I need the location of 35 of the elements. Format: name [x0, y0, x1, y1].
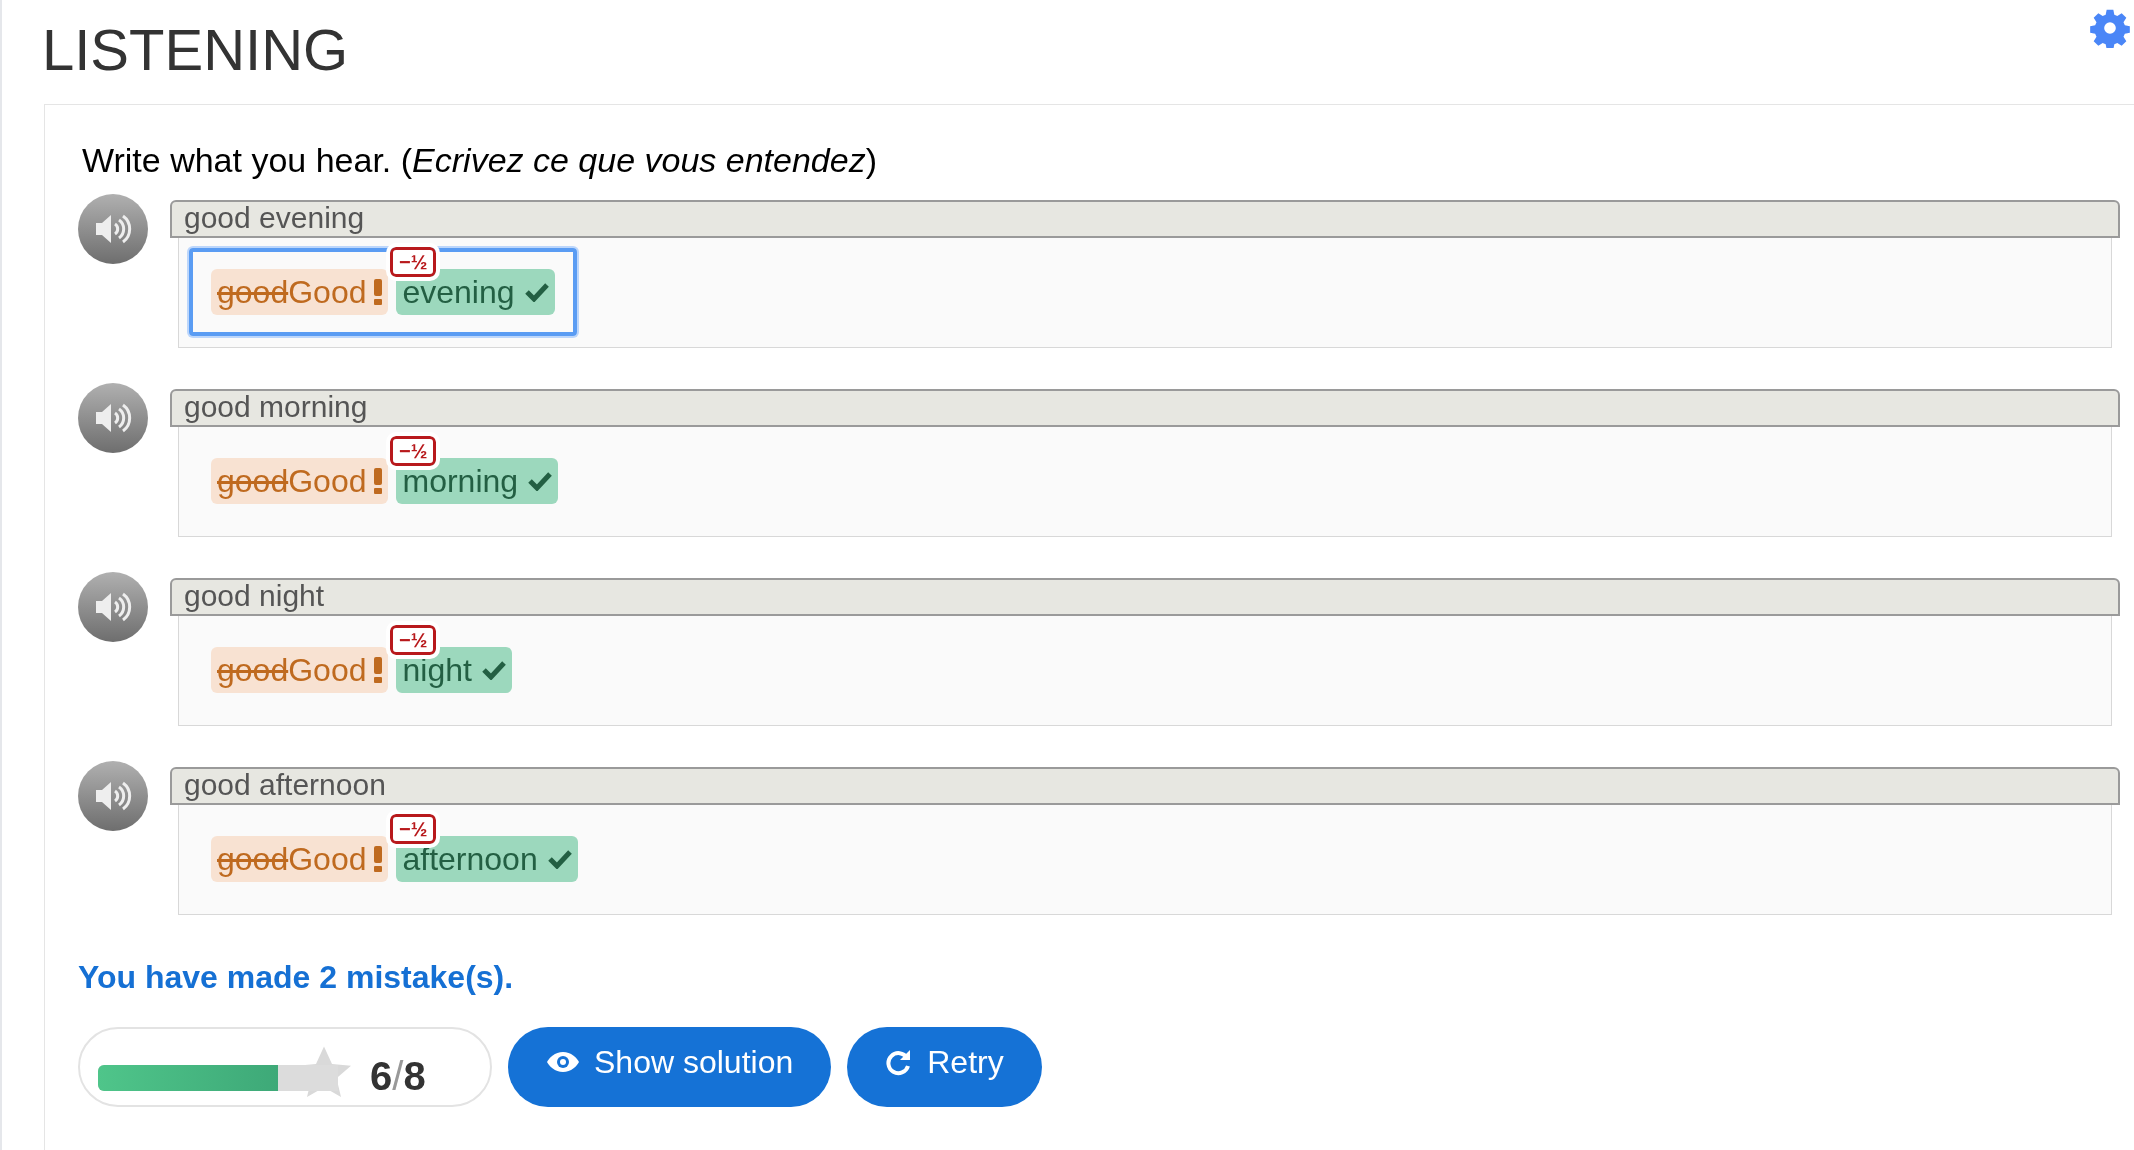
- mistyped-word: good: [217, 651, 289, 690]
- mistyped-word: good: [217, 840, 289, 879]
- mistyped-word: good: [217, 273, 289, 312]
- mistyped-word: good: [217, 462, 289, 501]
- exclamation-icon: [374, 846, 383, 872]
- check-icon: [481, 660, 506, 680]
- transcript-bar: good night: [170, 578, 2120, 616]
- instruction-text: Write what you hear. (Ecrivez ce que vous entendez): [82, 140, 878, 181]
- check-icon: [528, 471, 553, 491]
- exclamation-icon: [374, 657, 383, 683]
- correction-word: Good: [288, 462, 367, 501]
- transcript-bar: good afternoon: [170, 767, 2120, 805]
- check-icon: [524, 282, 549, 302]
- speaker-icon[interactable]: [78, 761, 148, 831]
- speaker-icon[interactable]: [78, 383, 148, 453]
- correction-word: Good: [288, 273, 367, 312]
- exclamation-icon: [374, 468, 383, 494]
- retry-button[interactable]: Retry: [847, 1027, 1042, 1107]
- transcript-bar: good evening: [170, 200, 2120, 238]
- speaker-icon[interactable]: [78, 572, 148, 642]
- show-solution-button[interactable]: Show solution: [508, 1027, 832, 1107]
- correction-word: Good: [288, 651, 367, 690]
- speaker-icon[interactable]: [78, 194, 148, 264]
- page-title: LISTENING: [42, 18, 349, 82]
- answer-box[interactable]: goodGood −½ morning: [189, 437, 581, 525]
- answer-box[interactable]: goodGood −½ afternoon: [189, 815, 600, 903]
- check-icon: [547, 849, 572, 869]
- eye-icon: [546, 1050, 580, 1074]
- result-message: You have made 2 mistake(s).: [78, 958, 515, 997]
- exclamation-icon: [374, 279, 383, 305]
- settings-icon[interactable]: [2090, 8, 2130, 48]
- correction-word: Good: [288, 840, 367, 879]
- answer-box[interactable]: goodGood −½ night: [189, 626, 534, 714]
- transcript-bar: good morning: [170, 389, 2120, 427]
- score-text: 6/8: [370, 1053, 426, 1099]
